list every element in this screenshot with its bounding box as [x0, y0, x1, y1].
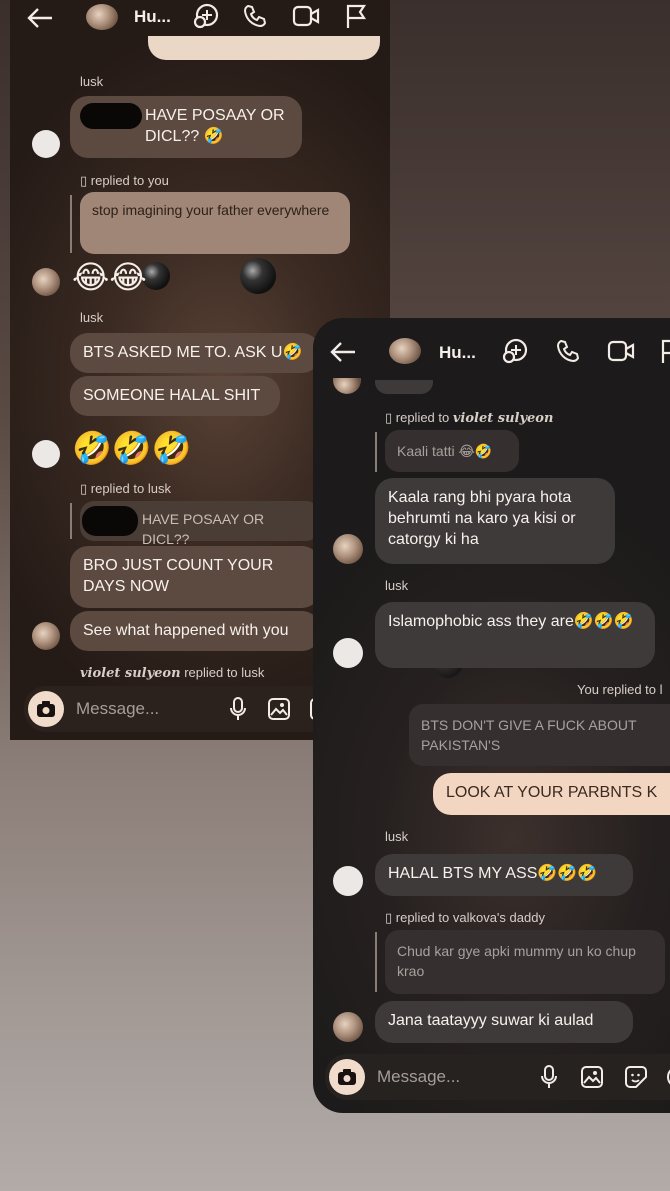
- group-avatar-icon[interactable]: [86, 4, 118, 30]
- avatar[interactable]: [333, 534, 363, 564]
- microphone-icon[interactable]: [230, 697, 246, 721]
- message-bubble[interactable]: Islamophobic ass they are🤣🤣🤣: [375, 602, 655, 668]
- chat-title[interactable]: Hu...: [134, 6, 171, 27]
- quote-bar: [70, 503, 72, 539]
- message-bubble[interactable]: HALAL BTS MY ASS🤣🤣🤣: [375, 854, 633, 896]
- message-composer[interactable]: Message...: [325, 1054, 670, 1100]
- avatar[interactable]: [32, 268, 60, 296]
- camera-icon: [338, 1069, 356, 1085]
- message-bubble[interactable]: SOMEONE HALAL SHIT: [70, 376, 280, 416]
- reply-text: replied to valkova's daddy: [395, 910, 545, 925]
- sender-name: lusk: [385, 578, 409, 593]
- avatar[interactable]: [333, 1012, 363, 1042]
- reply-text: replied to lusk: [90, 481, 171, 496]
- quoted-message[interactable]: Chud kar gye apki mummy un ko chup krao: [385, 930, 665, 994]
- reply-author: violet sulyeon: [80, 666, 181, 681]
- message-bubble[interactable]: Kaala rang bhi pyara hota behrumti na ka…: [375, 478, 615, 564]
- camera-button[interactable]: [329, 1059, 365, 1095]
- avatar[interactable]: [333, 378, 361, 394]
- message-input[interactable]: Message...: [377, 1067, 460, 1087]
- quote-bar: [70, 195, 72, 253]
- message-bubble-partial: [375, 380, 433, 394]
- sender-name: lusk: [385, 829, 409, 844]
- quote-bar: [375, 932, 377, 992]
- microphone-icon[interactable]: [541, 1065, 557, 1089]
- avatar[interactable]: [333, 866, 363, 896]
- message-bubble[interactable]: BRO JUST COUNT YOUR DAYS NOW: [70, 546, 320, 608]
- back-arrow-icon[interactable]: [26, 6, 54, 30]
- message-bubble[interactable]: See what happened with you: [70, 611, 320, 651]
- camera-icon: [37, 701, 55, 717]
- reply-text: replied to lusk: [184, 665, 265, 680]
- reply-indicator: You replied to l: [577, 682, 663, 697]
- effects-icon[interactable]: [192, 2, 220, 30]
- sender-name: lusk: [80, 74, 104, 89]
- avatar[interactable]: [32, 130, 60, 158]
- avatar[interactable]: [32, 622, 60, 650]
- chat-title[interactable]: Hu...: [439, 342, 476, 363]
- avatar[interactable]: [333, 638, 363, 668]
- reply-indicator: violet sulyeon replied to lusk: [80, 665, 264, 681]
- reply-indicator: ▯ replied to violet sulyeon: [385, 410, 554, 426]
- sticker-icon[interactable]: [625, 1066, 647, 1088]
- message-bubble-own[interactable]: LOOK AT YOUR PARBNTS K: [433, 773, 670, 815]
- message-bubble[interactable]: Jana taatayyy suwar ki aulad: [375, 1001, 633, 1043]
- message-bubble-partial: [148, 36, 380, 60]
- emoji-message[interactable]: 🤣🤣🤣: [72, 428, 192, 468]
- phone-icon[interactable]: [555, 338, 581, 364]
- quoted-message[interactable]: Kaali tatti 😂🤣: [385, 430, 519, 472]
- quoted-message[interactable]: stop imagining your father everywhere: [80, 192, 350, 254]
- redaction-mark: [80, 103, 142, 129]
- video-icon[interactable]: [607, 339, 635, 363]
- message-input[interactable]: Message...: [76, 699, 159, 719]
- flag-icon[interactable]: [344, 3, 368, 29]
- reply-indicator: ▯ replied to lusk: [80, 481, 171, 496]
- reply-text: replied to: [395, 410, 450, 425]
- avatar[interactable]: [32, 440, 60, 468]
- camera-button[interactable]: [28, 691, 64, 727]
- effects-icon[interactable]: [501, 337, 529, 365]
- reply-author: violet sulyeon: [452, 411, 554, 426]
- emoji-message[interactable]: 😂😂: [72, 258, 147, 296]
- reply-text: replied to you: [90, 173, 169, 188]
- gallery-icon[interactable]: [268, 698, 290, 720]
- chat-screenshot-2: Hu... ▯ replied to violet sulyeon Kaali …: [313, 318, 670, 1113]
- back-arrow-icon[interactable]: [329, 340, 357, 364]
- video-icon[interactable]: [292, 4, 320, 28]
- reply-indicator: ▯ replied to you: [80, 173, 169, 188]
- chat-header: Hu...: [313, 328, 670, 378]
- gallery-icon[interactable]: [581, 1066, 603, 1088]
- message-bubble[interactable]: BTS ASKED ME TO. ASK U🤣: [70, 333, 320, 373]
- sender-name: lusk: [80, 310, 104, 325]
- group-avatar-icon[interactable]: [389, 338, 421, 364]
- background-dog-eye: [240, 258, 276, 294]
- quoted-message[interactable]: BTS DON'T GIVE A FUCK ABOUT PAKISTAN'S: [409, 704, 670, 766]
- quote-bar: [375, 432, 377, 472]
- reply-indicator: ▯ replied to valkova's daddy: [385, 910, 545, 925]
- redaction-mark: [82, 506, 138, 536]
- phone-icon[interactable]: [242, 3, 268, 29]
- flag-icon[interactable]: [659, 338, 670, 364]
